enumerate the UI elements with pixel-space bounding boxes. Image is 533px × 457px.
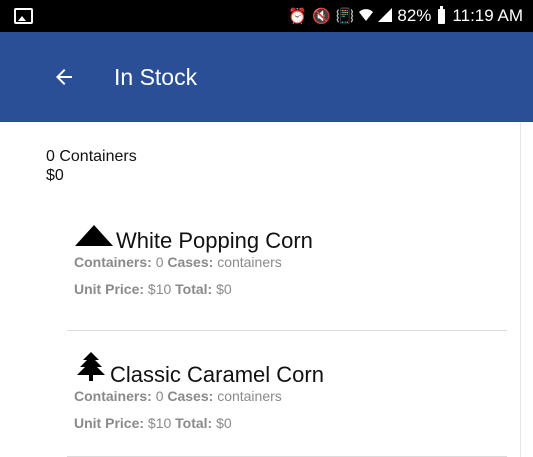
arrow-left-icon[interactable] bbox=[40, 53, 88, 101]
mute-icon: 🔇 bbox=[312, 7, 331, 25]
inventory-content: 0 Containers $0 White Popping Corn Conta… bbox=[0, 122, 520, 457]
battery-percent: 82% bbox=[397, 6, 432, 25]
wifi-icon bbox=[359, 8, 374, 25]
cases-value: containers bbox=[217, 254, 282, 270]
total-value: $0 bbox=[216, 281, 232, 297]
summary-total: $0 bbox=[46, 167, 64, 184]
vibrate-icon: 📳 bbox=[335, 7, 355, 25]
unit-price-value: $10 bbox=[147, 415, 172, 431]
item-header: White Popping Corn bbox=[74, 224, 313, 253]
cases-label: Cases: bbox=[167, 254, 214, 270]
app-bar: In Stock bbox=[0, 32, 533, 122]
item-header: Classic Caramel Corn bbox=[74, 352, 324, 387]
containers-value: 0 bbox=[155, 254, 164, 270]
tree-icon bbox=[74, 352, 108, 387]
summary-containers: 0 Containers bbox=[46, 148, 137, 165]
status-left bbox=[14, 8, 33, 24]
item-quantity-line: Containers: 0 Cases: containers bbox=[74, 387, 324, 405]
item-name: Classic Caramel Corn bbox=[110, 362, 324, 387]
total-label: Total: bbox=[175, 415, 213, 431]
item-name: White Popping Corn bbox=[116, 228, 313, 253]
list-item[interactable]: White Popping Corn Containers: 0 Cases: … bbox=[74, 224, 313, 298]
total-label: Total: bbox=[175, 281, 213, 297]
item-price-line: Unit Price: $10 Total: $0 bbox=[74, 280, 313, 298]
cases-label: Cases: bbox=[167, 388, 214, 404]
item-price-line: Unit Price: $10 Total: $0 bbox=[74, 414, 324, 432]
list-item[interactable]: Classic Caramel Corn Containers: 0 Cases… bbox=[74, 352, 324, 432]
containers-label: Containers: bbox=[74, 254, 152, 270]
containers-value: 0 bbox=[155, 388, 164, 404]
stock-summary: 0 Containers $0 bbox=[46, 147, 137, 185]
signal-icon bbox=[378, 7, 393, 25]
page-title: In Stock bbox=[114, 63, 198, 90]
unit-price-value: $10 bbox=[147, 281, 172, 297]
total-value: $0 bbox=[216, 415, 232, 431]
divider bbox=[67, 330, 507, 331]
scroll-track[interactable] bbox=[520, 122, 533, 457]
alarm-clock-icon: ⏰ bbox=[288, 7, 308, 25]
unit-price-label: Unit Price: bbox=[74, 415, 145, 431]
battery-icon bbox=[438, 5, 446, 24]
item-quantity-line: Containers: 0 Cases: containers bbox=[74, 253, 313, 271]
status-bar: ⏰ 🔇 📳 82% 11:19 AM bbox=[0, 0, 533, 32]
cases-value: containers bbox=[217, 388, 282, 404]
containers-label: Containers: bbox=[74, 388, 152, 404]
status-icons: ⏰ 🔇 📳 82% 11:19 AM bbox=[288, 5, 523, 26]
clock: 11:19 AM bbox=[452, 6, 523, 25]
gallery-icon bbox=[14, 8, 33, 24]
triangle-icon bbox=[74, 224, 114, 253]
unit-price-label: Unit Price: bbox=[74, 281, 145, 297]
